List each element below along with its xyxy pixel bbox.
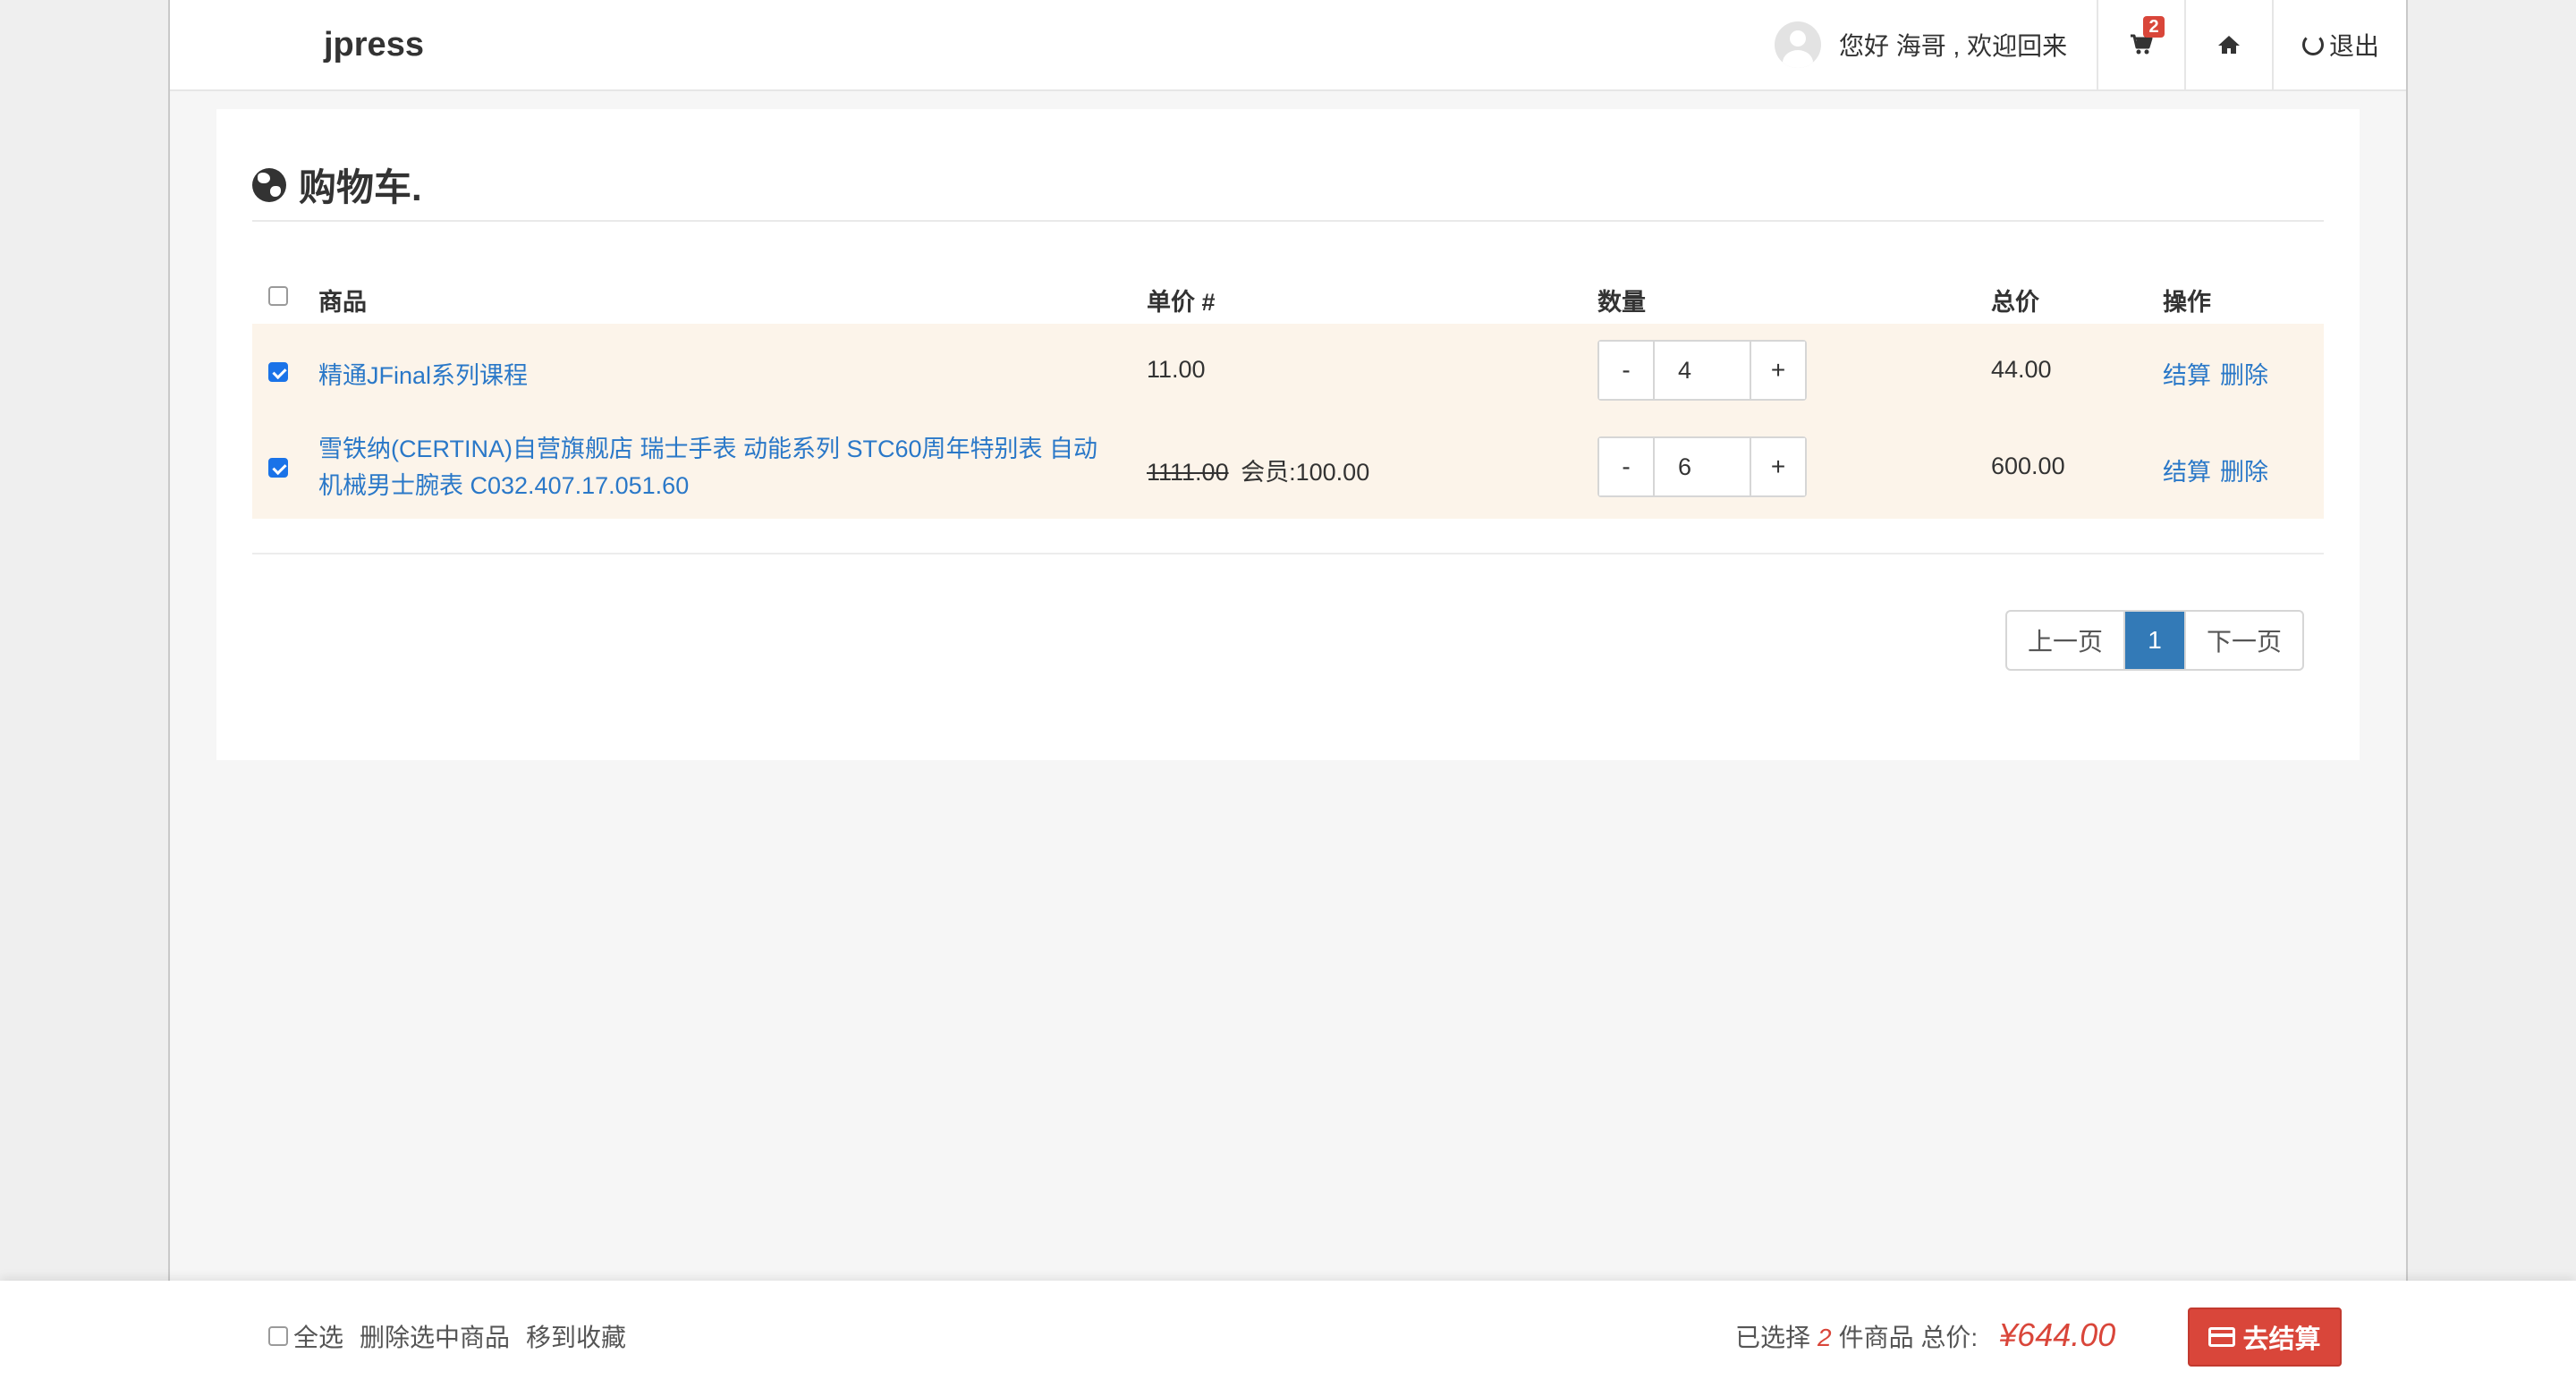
prev-page-button[interactable]: 上一页 (2007, 612, 2125, 669)
footer-actions: 全选 删除选中商品 移到收藏 (268, 1318, 642, 1354)
cart-button[interactable]: 2 (2097, 0, 2184, 89)
qty-decrease-button[interactable]: - (1599, 438, 1655, 495)
total-price: ¥644.00 (1999, 1316, 2116, 1353)
qty-input[interactable]: 4 (1655, 342, 1750, 399)
header-total: 总价 (1991, 289, 2039, 316)
checkout-link[interactable]: 结算 (2163, 453, 2211, 487)
pagination: 上一页 1 下一页 (2005, 610, 2304, 671)
avatar-icon (1775, 21, 1821, 68)
logout-button[interactable]: 退出 (2272, 0, 2408, 89)
page-title: 购物车. (252, 157, 422, 212)
delete-link[interactable]: 删除 (2220, 453, 2268, 487)
product-name-line2: 机械男士腕表 C032.407.17.051.60 (318, 472, 690, 499)
select-all-label[interactable]: 全选 (293, 1318, 343, 1354)
unit-price: 11.00 (1147, 356, 1206, 383)
header-unit-price: 单价 # (1147, 289, 1216, 316)
delete-link[interactable]: 删除 (2220, 356, 2268, 391)
checkout-label: 去结算 (2242, 1325, 2321, 1354)
top-navbar: jpress 您好 海哥 , 欢迎回来 2 退出 (170, 0, 2406, 91)
member-price-label: 会员: (1241, 459, 1296, 486)
table-row: 雪铁纳(CERTINA)自营旗舰店 瑞士手表 动能系列 STC60周年特别表 自… (252, 419, 2324, 519)
quantity-stepper: - 4 + (1597, 340, 1807, 401)
footer-summary: 已选择 2 件商品 总价: ¥644.00 (1735, 1316, 2115, 1354)
qty-increase-button[interactable]: + (1750, 342, 1805, 399)
move-to-favorites-link[interactable]: 移到收藏 (526, 1318, 626, 1354)
selected-prefix: 已选择 (1735, 1324, 1811, 1351)
product-link[interactable]: 精通JFinal系列课程 (318, 356, 528, 391)
title-divider (252, 220, 2324, 222)
delete-selected-link[interactable]: 删除选中商品 (360, 1318, 510, 1354)
table-row: 精通JFinal系列课程 11.00 - 4 + 44.00 结算 删除 (252, 324, 2324, 419)
select-all-checkbox[interactable] (268, 1326, 288, 1346)
product-link[interactable]: 雪铁纳(CERTINA)自营旗舰店 瑞士手表 动能系列 STC60周年特别表 自… (318, 431, 1097, 504)
row-total: 44.00 (1991, 356, 2052, 383)
current-page-button[interactable]: 1 (2125, 612, 2184, 669)
selected-suffix: 件商品 总价: (1838, 1324, 1979, 1351)
credit-card-icon (2208, 1327, 2236, 1347)
quantity-stepper: - 6 + (1597, 436, 1807, 497)
user-greeting-area[interactable]: 您好 海哥 , 欢迎回来 (1775, 0, 2067, 89)
select-all-checkbox-header[interactable] (268, 286, 288, 306)
checkout-link[interactable]: 结算 (2163, 356, 2211, 391)
home-button[interactable] (2184, 0, 2272, 89)
globe-icon (252, 167, 286, 202)
table-header: 商品 单价 # 数量 总价 操作 (216, 272, 2360, 317)
header-product: 商品 (318, 289, 367, 316)
checkout-button[interactable]: 去结算 (2188, 1308, 2342, 1367)
qty-increase-button[interactable]: + (1750, 438, 1805, 495)
checkout-footer-bar: 全选 删除选中商品 移到收藏 已选择 2 件商品 总价: ¥644.00 去结算 (0, 1281, 2576, 1388)
home-icon (2218, 36, 2240, 54)
original-price: 1111.00 (1147, 459, 1229, 486)
header-quantity: 数量 (1597, 289, 1646, 316)
qty-input[interactable]: 6 (1655, 438, 1750, 495)
page-title-text: 购物车. (299, 166, 422, 208)
unit-price-group: 1111.00 会员:100.00 (1147, 453, 1369, 487)
greeting-text: 您好 海哥 , 欢迎回来 (1839, 32, 2068, 60)
power-icon (2301, 34, 2324, 55)
table-divider (252, 553, 2324, 554)
selected-count: 2 (1818, 1324, 1832, 1351)
qty-decrease-button[interactable]: - (1599, 342, 1655, 399)
member-price: 100.00 (1295, 459, 1370, 486)
product-name-line1: 雪铁纳(CERTINA)自营旗舰店 瑞士手表 动能系列 STC60周年特别表 自… (318, 436, 1098, 462)
row-total: 600.00 (1991, 453, 2065, 479)
row-checkbox[interactable] (268, 362, 288, 382)
cart-count-badge: 2 (2143, 16, 2165, 38)
page-frame: jpress 您好 海哥 , 欢迎回来 2 退出 购物车. 商品 单价 # 数量… (168, 0, 2408, 1388)
cart-panel: 购物车. 商品 单价 # 数量 总价 操作 精通JFinal系列课程 11.00… (216, 109, 2360, 760)
row-checkbox[interactable] (268, 458, 288, 478)
logout-label: 退出 (2328, 32, 2379, 60)
next-page-button[interactable]: 下一页 (2184, 612, 2302, 669)
header-actions: 操作 (2163, 289, 2211, 316)
brand-logo[interactable]: jpress (324, 25, 424, 64)
